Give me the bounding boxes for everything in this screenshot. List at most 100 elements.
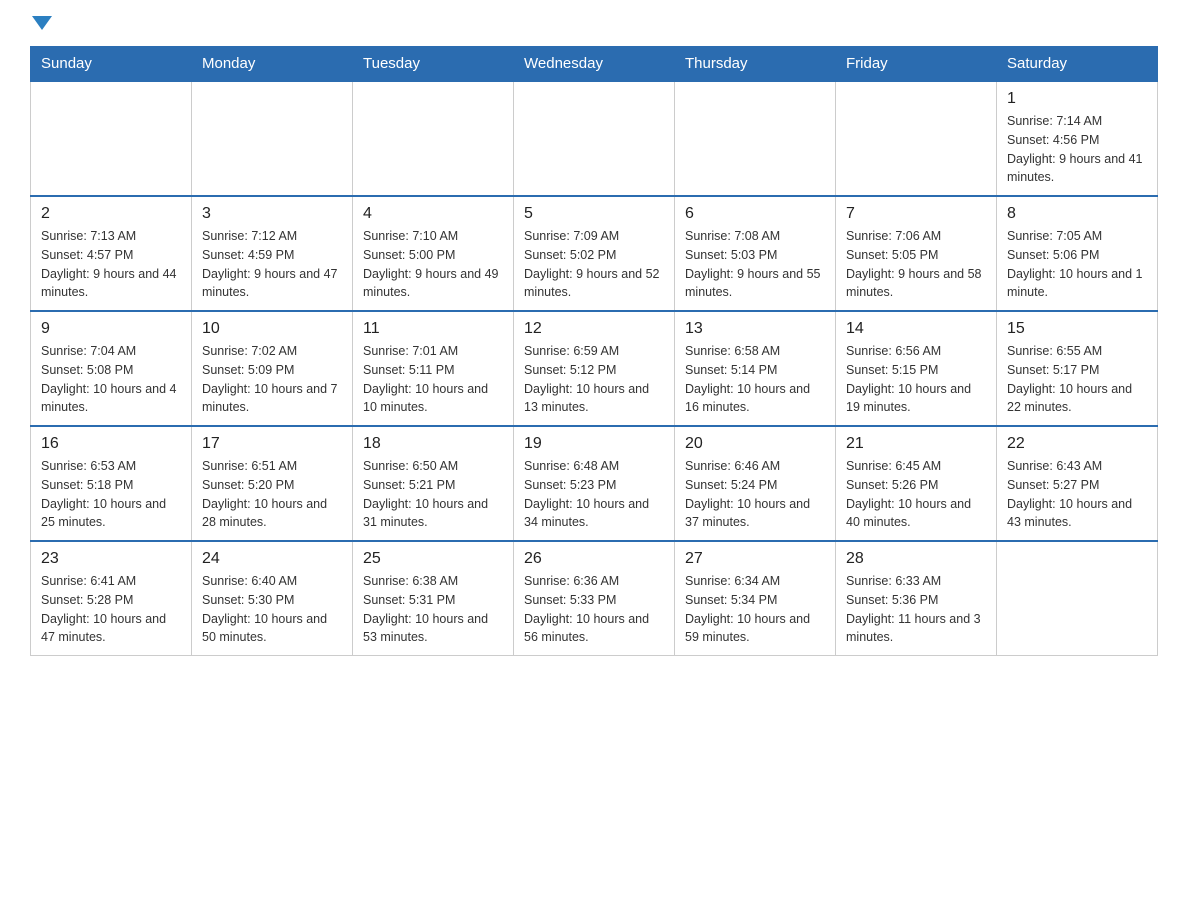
logo-triangle-icon [32, 16, 52, 30]
day-number: 12 [524, 320, 664, 338]
day-number: 16 [41, 435, 181, 453]
day-info: Sunrise: 6:55 AMSunset: 5:17 PMDaylight:… [1007, 342, 1147, 417]
day-number: 17 [202, 435, 342, 453]
day-info: Sunrise: 6:51 AMSunset: 5:20 PMDaylight:… [202, 457, 342, 532]
day-info: Sunrise: 7:09 AMSunset: 5:02 PMDaylight:… [524, 227, 664, 302]
calendar-day-cell: 5 Sunrise: 7:09 AMSunset: 5:02 PMDaylight… [514, 196, 675, 311]
day-number: 11 [363, 320, 503, 338]
calendar-day-cell: 6Sunrise: 7:08 AMSunset: 5:03 PMDaylight… [675, 196, 836, 311]
day-number: 13 [685, 320, 825, 338]
calendar-day-cell: 20 Sunrise: 6:46 AMSunset: 5:24 PMDayligh… [675, 426, 836, 541]
calendar-day-cell: 16 Sunrise: 6:53 AMSunset: 5:18 PMDayligh… [31, 426, 192, 541]
day-number: 21 [846, 435, 986, 453]
calendar-week-row: 23 Sunrise: 6:41 AMSunset: 5:28 PMDayligh… [31, 541, 1158, 656]
day-number: 14 [846, 320, 986, 338]
day-number: 24 [202, 550, 342, 568]
day-number: 5 [524, 205, 664, 223]
day-info: Sunrise: 6:36 AMSunset: 5:33 PMDaylight:… [524, 572, 664, 647]
day-of-week-header: Sunday [31, 47, 192, 82]
day-info: Sunrise: 7:01 AMSunset: 5:11 PMDaylight:… [363, 342, 503, 417]
day-info: Sunrise: 6:45 AMSunset: 5:26 PMDaylight:… [846, 457, 986, 532]
day-info: Sunrise: 7:14 AMSunset: 4:56 PMDaylight:… [1007, 112, 1147, 187]
day-number: 22 [1007, 435, 1147, 453]
day-of-week-header: Saturday [997, 47, 1158, 82]
calendar-day-cell: 12 Sunrise: 6:59 AMSunset: 5:12 PMDayligh… [514, 311, 675, 426]
calendar-day-cell: 4 Sunrise: 7:10 AMSunset: 5:00 PMDaylight… [353, 196, 514, 311]
day-info: Sunrise: 6:38 AMSunset: 5:31 PMDaylight:… [363, 572, 503, 647]
calendar-week-row: 1 Sunrise: 7:14 AMSunset: 4:56 PMDaylight… [31, 81, 1158, 196]
day-number: 6 [685, 205, 825, 223]
calendar-day-cell: 17 Sunrise: 6:51 AMSunset: 5:20 PMDayligh… [192, 426, 353, 541]
day-number: 4 [363, 205, 503, 223]
calendar-day-cell: 8Sunrise: 7:05 AMSunset: 5:06 PMDaylight… [997, 196, 1158, 311]
calendar-day-cell: 24 Sunrise: 6:40 AMSunset: 5:30 PMDayligh… [192, 541, 353, 656]
logo [30, 20, 52, 30]
calendar-day-cell [192, 81, 353, 196]
day-number: 25 [363, 550, 503, 568]
calendar-day-cell: 7 Sunrise: 7:06 AMSunset: 5:05 PMDaylight… [836, 196, 997, 311]
day-number: 1 [1007, 90, 1147, 108]
calendar-header-row: SundayMondayTuesdayWednesdayThursdayFrid… [31, 47, 1158, 82]
day-info: Sunrise: 6:33 AMSunset: 5:36 PMDaylight:… [846, 572, 986, 647]
day-info: Sunrise: 7:04 AMSunset: 5:08 PMDaylight:… [41, 342, 181, 417]
day-info: Sunrise: 6:48 AMSunset: 5:23 PMDaylight:… [524, 457, 664, 532]
calendar-day-cell: 2 Sunrise: 7:13 AMSunset: 4:57 PMDaylight… [31, 196, 192, 311]
day-number: 7 [846, 205, 986, 223]
day-info: Sunrise: 7:10 AMSunset: 5:00 PMDaylight:… [363, 227, 503, 302]
calendar-week-row: 9 Sunrise: 7:04 AMSunset: 5:08 PMDaylight… [31, 311, 1158, 426]
calendar-day-cell: 26 Sunrise: 6:36 AMSunset: 5:33 PMDayligh… [514, 541, 675, 656]
calendar-day-cell [353, 81, 514, 196]
page-header [30, 20, 1158, 30]
day-info: Sunrise: 6:59 AMSunset: 5:12 PMDaylight:… [524, 342, 664, 417]
day-number: 18 [363, 435, 503, 453]
calendar-day-cell [675, 81, 836, 196]
calendar-day-cell: 15Sunrise: 6:55 AMSunset: 5:17 PMDayligh… [997, 311, 1158, 426]
day-info: Sunrise: 7:06 AMSunset: 5:05 PMDaylight:… [846, 227, 986, 302]
calendar-day-cell: 14 Sunrise: 6:56 AMSunset: 5:15 PMDayligh… [836, 311, 997, 426]
day-info: Sunrise: 6:58 AMSunset: 5:14 PMDaylight:… [685, 342, 825, 417]
day-number: 23 [41, 550, 181, 568]
calendar-day-cell: 27 Sunrise: 6:34 AMSunset: 5:34 PMDayligh… [675, 541, 836, 656]
calendar-day-cell [836, 81, 997, 196]
calendar-week-row: 2 Sunrise: 7:13 AMSunset: 4:57 PMDaylight… [31, 196, 1158, 311]
day-info: Sunrise: 6:41 AMSunset: 5:28 PMDaylight:… [41, 572, 181, 647]
day-number: 27 [685, 550, 825, 568]
day-number: 9 [41, 320, 181, 338]
day-number: 10 [202, 320, 342, 338]
day-info: Sunrise: 6:50 AMSunset: 5:21 PMDaylight:… [363, 457, 503, 532]
calendar-day-cell: 25 Sunrise: 6:38 AMSunset: 5:31 PMDayligh… [353, 541, 514, 656]
day-info: Sunrise: 7:05 AMSunset: 5:06 PMDaylight:… [1007, 227, 1147, 302]
day-info: Sunrise: 6:34 AMSunset: 5:34 PMDaylight:… [685, 572, 825, 647]
calendar-day-cell: 23 Sunrise: 6:41 AMSunset: 5:28 PMDayligh… [31, 541, 192, 656]
day-info: Sunrise: 6:43 AMSunset: 5:27 PMDaylight:… [1007, 457, 1147, 532]
day-info: Sunrise: 6:46 AMSunset: 5:24 PMDaylight:… [685, 457, 825, 532]
calendar-day-cell [997, 541, 1158, 656]
day-info: Sunrise: 7:13 AMSunset: 4:57 PMDaylight:… [41, 227, 181, 302]
calendar-day-cell: 13 Sunrise: 6:58 AMSunset: 5:14 PMDayligh… [675, 311, 836, 426]
day-number: 2 [41, 205, 181, 223]
day-info: Sunrise: 6:40 AMSunset: 5:30 PMDaylight:… [202, 572, 342, 647]
calendar-day-cell: 18 Sunrise: 6:50 AMSunset: 5:21 PMDayligh… [353, 426, 514, 541]
calendar-day-cell: 28 Sunrise: 6:33 AMSunset: 5:36 PMDayligh… [836, 541, 997, 656]
day-info: Sunrise: 6:56 AMSunset: 5:15 PMDaylight:… [846, 342, 986, 417]
day-info: Sunrise: 7:12 AMSunset: 4:59 PMDaylight:… [202, 227, 342, 302]
calendar-day-cell: 9 Sunrise: 7:04 AMSunset: 5:08 PMDaylight… [31, 311, 192, 426]
calendar-week-row: 16 Sunrise: 6:53 AMSunset: 5:18 PMDayligh… [31, 426, 1158, 541]
calendar-table: SundayMondayTuesdayWednesdayThursdayFrid… [30, 46, 1158, 656]
day-number: 3 [202, 205, 342, 223]
calendar-day-cell: 19Sunrise: 6:48 AMSunset: 5:23 PMDayligh… [514, 426, 675, 541]
day-number: 28 [846, 550, 986, 568]
calendar-day-cell: 22 Sunrise: 6:43 AMSunset: 5:27 PMDayligh… [997, 426, 1158, 541]
day-info: Sunrise: 6:53 AMSunset: 5:18 PMDaylight:… [41, 457, 181, 532]
calendar-day-cell [31, 81, 192, 196]
calendar-day-cell: 11 Sunrise: 7:01 AMSunset: 5:11 PMDayligh… [353, 311, 514, 426]
day-of-week-header: Wednesday [514, 47, 675, 82]
calendar-day-cell [514, 81, 675, 196]
calendar-day-cell: 1 Sunrise: 7:14 AMSunset: 4:56 PMDaylight… [997, 81, 1158, 196]
day-number: 26 [524, 550, 664, 568]
day-of-week-header: Tuesday [353, 47, 514, 82]
calendar-day-cell: 10 Sunrise: 7:02 AMSunset: 5:09 PMDayligh… [192, 311, 353, 426]
day-info: Sunrise: 7:02 AMSunset: 5:09 PMDaylight:… [202, 342, 342, 417]
day-of-week-header: Thursday [675, 47, 836, 82]
day-number: 20 [685, 435, 825, 453]
